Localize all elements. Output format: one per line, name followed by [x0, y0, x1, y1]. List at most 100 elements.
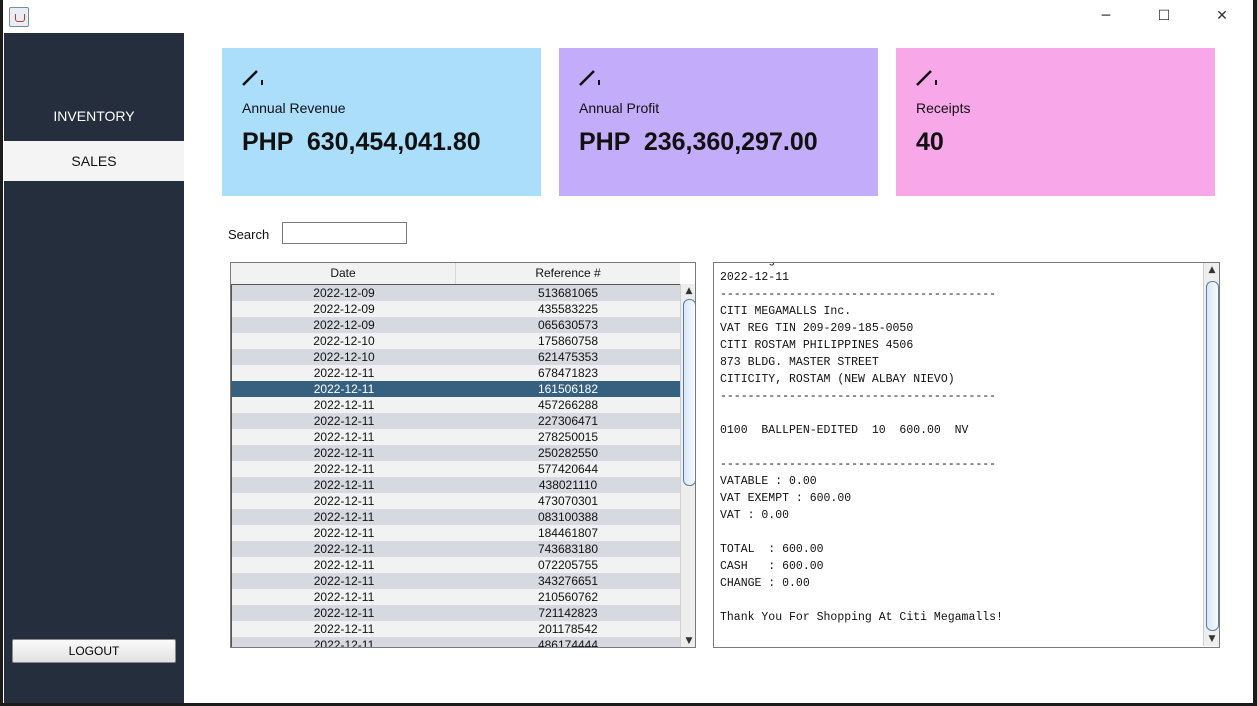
cell-reference: 065630573: [537, 318, 599, 332]
scroll-up-arrow-icon[interactable]: ▲: [1204, 263, 1219, 277]
cell-date: 2022-12-11: [313, 382, 375, 396]
table-row[interactable]: 2022-12-11 210560762: [232, 589, 680, 605]
cell-reference: 343276651: [537, 574, 599, 588]
cell-date: 2022-12-09: [313, 286, 375, 300]
close-button[interactable]: ✕: [1199, 0, 1245, 33]
table-row[interactable]: 2022-12-11 743683180: [232, 541, 680, 557]
cell-reference: 513681065: [537, 286, 599, 300]
cell-date: 2022-12-11: [313, 574, 375, 588]
receipt-scrollbar[interactable]: ▲ ▼: [1203, 263, 1219, 646]
scroll-down-arrow-icon[interactable]: ▼: [681, 634, 695, 647]
table-row[interactable]: 2022-12-11 072205755: [232, 557, 680, 573]
receipt-panel[interactable]: CITI Megamalls 2022-12-11 --------------…: [713, 262, 1220, 648]
cell-date: 2022-12-09: [313, 318, 375, 332]
search-label: Search: [228, 227, 270, 242]
table-row[interactable]: 2022-12-10 621475353: [232, 349, 680, 365]
cell-reference: 486174444: [537, 638, 599, 648]
column-header-date[interactable]: Date: [231, 263, 456, 284]
cell-date: 2022-12-11: [313, 366, 375, 380]
trend-icon: [242, 70, 263, 86]
table-scrollbar[interactable]: ▲ ▼: [680, 284, 695, 647]
cell-reference: 210560762: [537, 590, 599, 604]
table-row[interactable]: 2022-12-09 065630573: [232, 317, 680, 333]
sales-table: Date Reference # 2022-12-09 513681065 2022…: [230, 262, 696, 648]
cell-reference: 621475353: [537, 350, 599, 364]
column-header-reference[interactable]: Reference #: [456, 263, 680, 284]
scroll-down-arrow-icon[interactable]: ▼: [1204, 632, 1219, 646]
annual-profit-value: PHP 236,360,297.00: [579, 128, 818, 156]
table-row[interactable]: 2022-12-11 227306471: [232, 413, 680, 429]
table-row[interactable]: 2022-12-11 438021110: [232, 477, 680, 493]
receipts-value: 40: [916, 128, 944, 156]
maximize-button[interactable]: ☐: [1141, 0, 1187, 33]
cell-date: 2022-12-09: [313, 302, 375, 316]
cell-date: 2022-12-10: [313, 334, 375, 348]
annual-revenue-value: PHP 630,454,041.80: [242, 128, 481, 156]
cell-date: 2022-12-11: [313, 558, 375, 572]
cell-reference: 438021110: [538, 478, 598, 492]
cell-date: 2022-12-11: [313, 462, 375, 476]
search-input[interactable]: [282, 222, 407, 244]
table-header: Date Reference #: [231, 263, 680, 285]
cell-reference: 743683180: [537, 542, 599, 556]
sidebar-item-sales[interactable]: SALES: [4, 141, 184, 181]
receipt-text[interactable]: CITI Megamalls 2022-12-11 --------------…: [720, 263, 1003, 626]
app-window: ─ ☐ ✕ INVENTORY SALES LOGOUT Annual Reve…: [3, 0, 1253, 703]
cell-date: 2022-12-11: [313, 526, 375, 540]
sidebar: INVENTORY SALES LOGOUT: [4, 33, 184, 703]
annual-profit-label: Annual Profit: [579, 100, 660, 116]
cell-reference: 577420644: [537, 462, 599, 476]
cell-date: 2022-12-11: [313, 398, 375, 412]
trend-icon: [916, 70, 937, 86]
cell-reference: 227306471: [537, 414, 599, 428]
table-row[interactable]: 2022-12-09 513681065: [232, 285, 680, 301]
cell-date: 2022-12-10: [313, 350, 375, 364]
table-row[interactable]: 2022-12-11 486174444: [232, 637, 680, 648]
cell-date: 2022-12-11: [313, 542, 375, 556]
cell-date: 2022-12-11: [313, 446, 375, 460]
cell-reference: 435583225: [537, 302, 599, 316]
cell-reference: 473070301: [537, 494, 599, 508]
table-row[interactable]: 2022-12-11 473070301: [232, 493, 680, 509]
cell-reference: 250282550: [537, 446, 599, 460]
cell-reference: 678471823: [537, 366, 599, 380]
table-row[interactable]: 2022-12-11 278250015: [232, 429, 680, 445]
cell-reference: 072205755: [537, 558, 599, 572]
table-row[interactable]: 2022-12-11 184461807: [232, 525, 680, 541]
table-row[interactable]: 2022-12-09 435583225: [232, 301, 680, 317]
cell-reference: 278250015: [537, 430, 599, 444]
title-bar: ─ ☐ ✕: [3, 0, 1253, 33]
cell-date: 2022-12-11: [313, 606, 375, 620]
java-app-icon: [9, 7, 29, 27]
table-row[interactable]: 2022-12-11 678471823: [232, 365, 680, 381]
scroll-up-arrow-icon[interactable]: ▲: [681, 284, 695, 298]
cell-reference: 457266288: [537, 398, 599, 412]
table-row[interactable]: 2022-12-11 083100388: [232, 509, 680, 525]
cell-reference: 083100388: [537, 510, 599, 524]
minimize-button[interactable]: ─: [1083, 0, 1129, 33]
cell-reference: 721142823: [538, 606, 598, 620]
table-row[interactable]: 2022-12-11 577420644: [232, 461, 680, 477]
table-row[interactable]: 2022-12-11 201178542: [232, 621, 680, 637]
sidebar-item-inventory[interactable]: INVENTORY: [4, 96, 184, 136]
scroll-thumb[interactable]: [683, 299, 695, 486]
receipts-card: Receipts 40: [896, 48, 1215, 196]
annual-revenue-label: Annual Revenue: [242, 100, 346, 116]
table-body: 2022-12-09 513681065 2022-12-09 435583225 20…: [231, 284, 681, 648]
cell-reference: 175860758: [537, 334, 599, 348]
cell-date: 2022-12-11: [313, 414, 375, 428]
scroll-thumb[interactable]: [1206, 281, 1219, 631]
table-row[interactable]: 2022-12-10 175860758: [232, 333, 680, 349]
trend-icon: [579, 70, 600, 86]
logout-button[interactable]: LOGOUT: [12, 639, 176, 663]
annual-revenue-card: Annual Revenue PHP 630,454,041.80: [222, 48, 541, 196]
cell-date: 2022-12-11: [313, 510, 375, 524]
table-row[interactable]: 2022-12-11 457266288: [232, 397, 680, 413]
table-row[interactable]: 2022-12-11 343276651: [232, 573, 680, 589]
cell-reference: 201178542: [538, 622, 598, 636]
table-row[interactable]: 2022-12-11 161506182: [232, 381, 680, 397]
receipts-label: Receipts: [916, 100, 971, 116]
cell-date: 2022-12-11: [313, 622, 375, 636]
table-row[interactable]: 2022-12-11 250282550: [232, 445, 680, 461]
table-row[interactable]: 2022-12-11 721142823: [232, 605, 680, 621]
